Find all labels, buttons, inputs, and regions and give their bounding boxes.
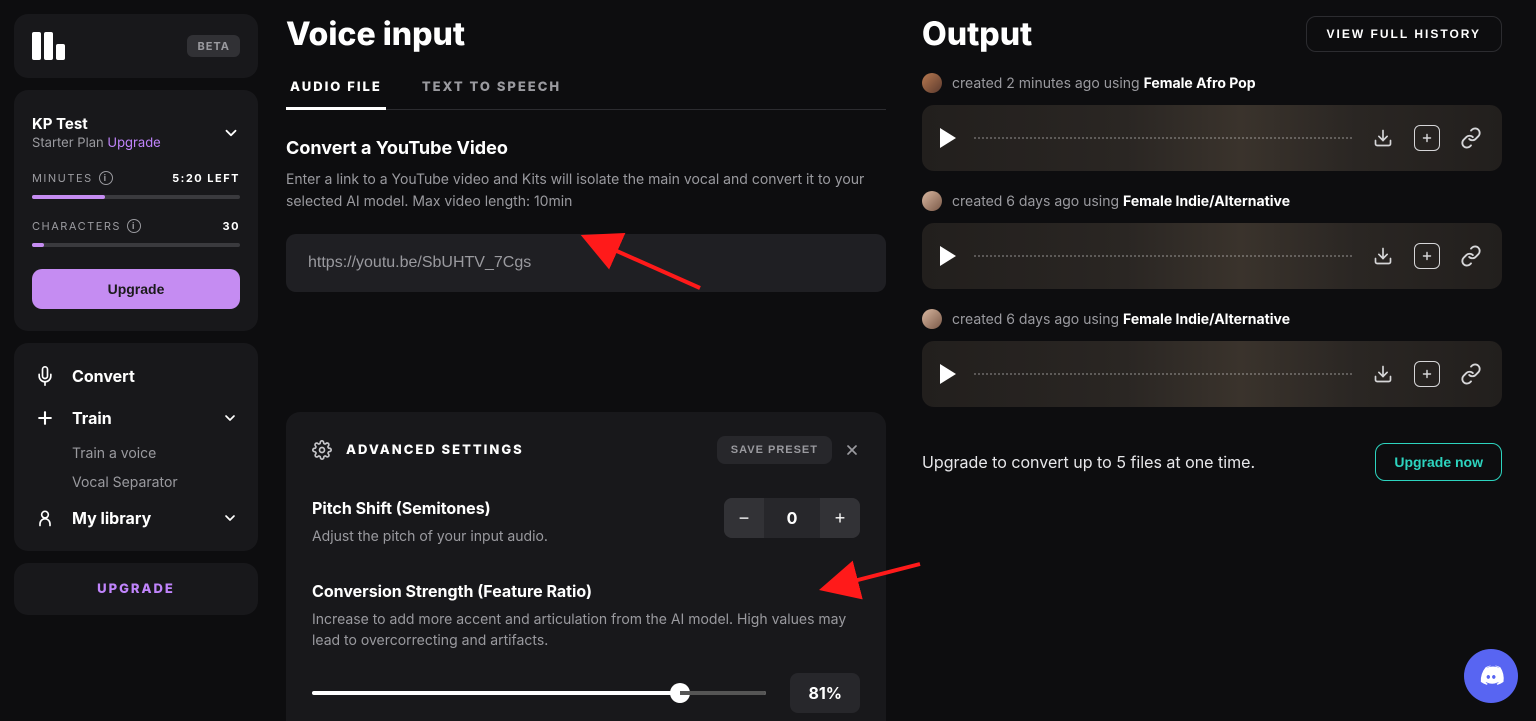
advanced-settings-panel: ADVANCED SETTINGS SAVE PRESET Pitch Shif… [286,412,886,721]
audio-player [922,223,1502,289]
nav-library-label: My library [72,508,151,528]
conversion-strength-label: Conversion Strength (Feature Ratio) [312,581,860,601]
plus-icon [34,407,56,429]
user-icon [34,507,56,529]
output-item-meta: created 6 days ago using Female Indie/Al… [952,193,1290,210]
info-icon[interactable]: i [127,219,141,233]
nav-train-label: Train [72,408,112,428]
characters-progress [32,243,44,247]
play-button[interactable] [940,364,956,384]
voice-input-tabs: AUDIO FILE TEXT TO SPEECH [286,67,886,110]
output-item: created 6 days ago using Female Indie/Al… [922,309,1502,407]
link-icon[interactable] [1458,125,1484,151]
pitch-shift-desc: Adjust the pitch of your input audio. [312,526,548,547]
advanced-settings-title: ADVANCED SETTINGS [346,442,524,458]
view-full-history-button[interactable]: VIEW FULL HISTORY [1306,16,1502,52]
waveform[interactable] [974,373,1352,375]
output-item-meta: created 2 minutes ago using Female Afro … [952,75,1256,92]
output-item: created 6 days ago using Female Indie/Al… [922,191,1502,289]
video-effects-icon[interactable] [1414,361,1440,387]
sidebar-top-card: BETA [14,14,258,78]
convert-youtube-desc: Enter a link to a YouTube video and Kits… [286,169,886,212]
conversion-strength-desc: Increase to add more accent and articula… [312,609,860,651]
download-icon[interactable] [1370,361,1396,387]
download-icon[interactable] [1370,125,1396,151]
sidebar-upgrade-footer[interactable]: UPGRADE [14,563,258,615]
pitch-increment[interactable]: + [820,498,860,538]
download-icon[interactable] [1370,243,1396,269]
chevron-down-icon[interactable] [222,124,240,142]
avatar [922,309,942,329]
nav-train[interactable]: Train [32,397,240,439]
waveform[interactable] [974,255,1352,257]
nav-train-voice[interactable]: Train a voice [32,439,240,468]
characters-remaining: 30 [222,219,240,233]
play-button[interactable] [940,246,956,266]
video-effects-icon[interactable] [1414,243,1440,269]
upgrade-button[interactable]: Upgrade [32,269,240,309]
logo-row: BETA [32,32,240,60]
pitch-shift-label: Pitch Shift (Semitones) [312,498,548,518]
audio-player [922,341,1502,407]
upgrade-message: Upgrade to convert up to 5 files at one … [922,452,1255,472]
minutes-remaining: 5:20 LEFT [172,171,240,185]
avatar [922,73,942,93]
output-item: created 2 minutes ago using Female Afro … [922,73,1502,171]
output-item-meta: created 6 days ago using Female Indie/Al… [952,311,1290,328]
account-name: KP Test [32,114,161,133]
convert-youtube-title: Convert a YouTube Video [286,138,886,159]
mic-icon [34,365,56,387]
save-preset-button[interactable]: SAVE PRESET [717,436,832,464]
nav-library[interactable]: My library [32,497,240,539]
close-icon[interactable] [844,442,860,458]
tab-audio-file[interactable]: AUDIO FILE [286,67,386,110]
gear-icon [312,440,332,460]
video-effects-icon[interactable] [1414,125,1440,151]
info-icon[interactable]: i [99,171,113,185]
pitch-shift-setting: Pitch Shift (Semitones) Adjust the pitch… [312,498,860,547]
conversion-strength-slider[interactable] [312,691,766,695]
sidebar-nav: Convert Train Train a voice Vocal Separa… [14,343,258,551]
characters-stat: CHARACTERSi 30 [32,219,240,247]
link-icon[interactable] [1458,361,1484,387]
sidebar-account-card: KP Test Starter Plan Upgrade MINUTESi 5:… [14,90,258,331]
upgrade-now-button[interactable]: Upgrade now [1375,443,1502,481]
voice-input-panel: Voice input AUDIO FILE TEXT TO SPEECH Co… [286,14,886,721]
chevron-down-icon[interactable] [222,410,238,426]
tab-text-to-speech[interactable]: TEXT TO SPEECH [418,67,565,109]
main-content: Voice input AUDIO FILE TEXT TO SPEECH Co… [272,0,1536,721]
minutes-stat: MINUTESi 5:20 LEFT [32,171,240,199]
link-icon[interactable] [1458,243,1484,269]
audio-player [922,105,1502,171]
nav-convert-label: Convert [72,366,135,386]
sidebar: BETA KP Test Starter Plan Upgrade MINUTE… [0,0,272,721]
minutes-progress [32,195,105,199]
beta-badge: BETA [187,35,240,57]
nav-convert[interactable]: Convert [32,355,240,397]
output-panel: Output VIEW FULL HISTORY created 2 minut… [922,14,1502,721]
voice-input-title: Voice input [286,14,886,53]
pitch-stepper: − 0 + [724,498,860,538]
waveform[interactable] [974,137,1352,139]
app-logo [32,32,65,60]
conversion-strength-value: 81% [790,673,860,713]
pitch-decrement[interactable]: − [724,498,764,538]
conversion-strength-setting: Conversion Strength (Feature Ratio) Incr… [312,581,860,713]
youtube-url-input[interactable] [286,234,886,292]
play-button[interactable] [940,128,956,148]
account-plan: Starter Plan Upgrade [32,135,161,151]
account-upgrade-link[interactable]: Upgrade [107,135,160,151]
chevron-down-icon[interactable] [222,510,238,526]
output-title: Output [922,14,1032,53]
discord-button[interactable] [1464,649,1518,703]
nav-vocal-separator[interactable]: Vocal Separator [32,468,240,497]
pitch-value: 0 [764,498,820,538]
avatar [922,191,942,211]
